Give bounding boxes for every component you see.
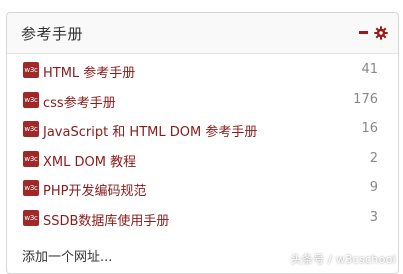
item-link[interactable]: HTML 参考手册	[43, 62, 135, 81]
item-link[interactable]: XML DOM 教程	[43, 151, 136, 170]
watermark: 头条号 / w3cschool	[290, 251, 396, 267]
item-count: 16	[361, 121, 378, 136]
list-item[interactable]: w3c SSDB数据库使用手册 3	[7, 209, 398, 239]
w3c-icon: w3c	[23, 210, 39, 226]
item-link[interactable]: JavaScript 和 HTML DOM 参考手册	[43, 121, 257, 140]
panel-header: 参考手册	[7, 13, 398, 54]
reference-panel: 参考手册 w3c HTML 参考手册	[6, 12, 399, 274]
w3c-icon: w3c	[23, 180, 39, 196]
item-count: 9	[370, 180, 378, 195]
list-item[interactable]: w3c HTML 参考手册 41	[7, 61, 398, 91]
list-item[interactable]: w3c XML DOM 教程 2	[7, 150, 398, 180]
gear-icon[interactable]	[374, 25, 388, 39]
w3c-icon: w3c	[23, 92, 39, 108]
w3c-icon: w3c	[23, 151, 39, 167]
item-count: 41	[361, 62, 378, 77]
item-link[interactable]: SSDB数据库使用手册	[43, 210, 169, 229]
item-count: 3	[370, 210, 378, 225]
list-item[interactable]: w3c JavaScript 和 HTML DOM 参考手册 16	[7, 120, 398, 150]
minimize-icon[interactable]	[359, 31, 368, 34]
add-url-link[interactable]: 添加一个网址...	[22, 246, 112, 265]
item-count: 176	[353, 92, 378, 107]
panel-title: 参考手册	[21, 23, 83, 44]
w3c-icon: w3c	[23, 121, 39, 137]
item-link[interactable]: css参考手册	[43, 92, 116, 111]
item-count: 2	[370, 151, 378, 166]
list-item[interactable]: w3c PHP开发编码规范 9	[7, 179, 398, 209]
w3c-icon: w3c	[23, 62, 39, 78]
reference-list: w3c HTML 参考手册 41 w3c css参考手册 176 w3c Jav…	[7, 61, 398, 239]
list-item[interactable]: w3c css参考手册 176	[7, 91, 398, 121]
item-link[interactable]: PHP开发编码规范	[43, 180, 146, 199]
